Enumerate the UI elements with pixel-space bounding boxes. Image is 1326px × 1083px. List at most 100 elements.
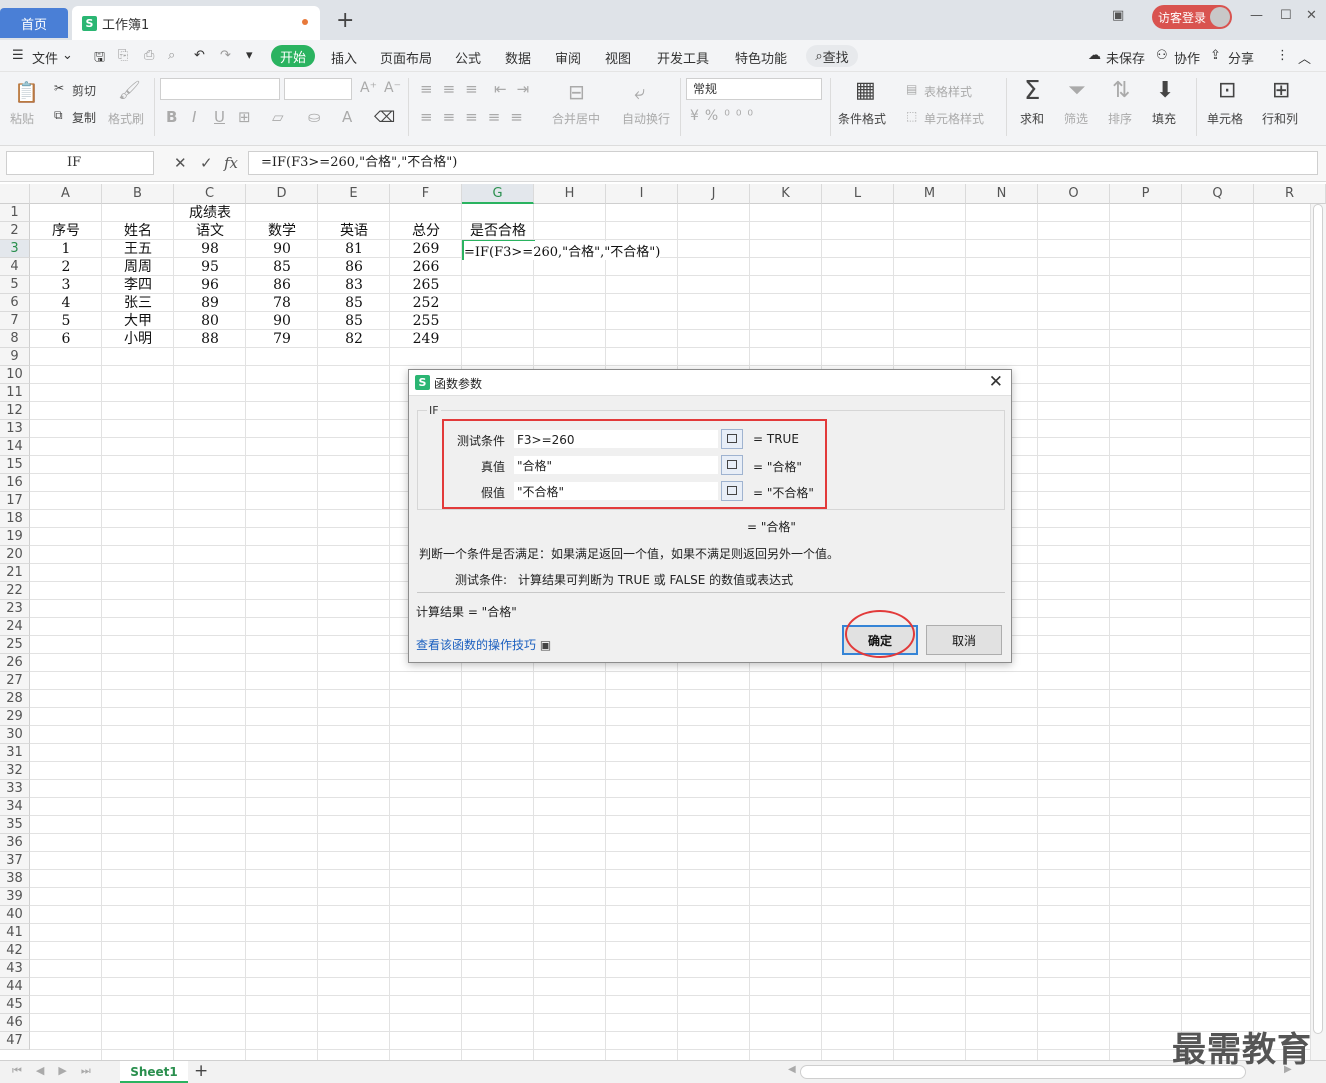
table-cell[interactable]: 成绩表 [174,204,246,222]
table-cell[interactable]: 86 [318,258,390,276]
eraser-icon[interactable]: ⌫ [374,108,395,126]
table-cell[interactable]: 266 [390,258,462,276]
table-cell[interactable]: 大甲 [102,312,174,330]
column-header[interactable]: K [750,184,822,204]
param-input-false[interactable]: "不合格" [513,481,719,501]
table-cell[interactable]: 英语 [318,222,390,240]
table-cell[interactable]: 85 [246,258,318,276]
row-col-button[interactable]: 行和列 [1262,110,1298,127]
vertical-scroll-thumb[interactable] [1313,204,1323,1034]
row-header[interactable]: 37 [0,852,30,870]
menu-formula[interactable]: 公式 [455,48,481,67]
column-header[interactable]: D [246,184,318,204]
underline-icon[interactable]: U [214,108,225,126]
font-color-icon[interactable]: A [342,108,352,126]
menu-page-layout[interactable]: 页面布局 [380,48,432,67]
menu-developer[interactable]: 开发工具 [657,48,709,67]
table-cell[interactable]: 6 [30,330,102,348]
range-select-icon[interactable] [721,455,743,475]
search-button[interactable]: ⌕ 查找 [806,45,858,67]
column-header[interactable]: N [966,184,1038,204]
add-sheet-button[interactable]: + [194,1061,208,1081]
workbook-tab[interactable]: S 工作簿1 [72,6,320,40]
sheet-tab-sheet1[interactable]: Sheet1 [120,1061,188,1083]
table-cell[interactable]: 王五 [102,240,174,258]
row-header[interactable]: 47 [0,1032,30,1050]
close-icon[interactable]: ✕ [989,372,1003,392]
paste-button[interactable]: 粘贴 [10,110,34,127]
table-cell[interactable]: 2 [30,258,102,276]
row-header[interactable]: 6 [0,294,30,312]
param-input-true[interactable]: "合格" [513,455,719,475]
format-painter-button[interactable]: 格式刷 [108,110,144,127]
column-header[interactable]: E [318,184,390,204]
cancel-button[interactable]: 取消 [926,625,1002,655]
merge-center-button[interactable]: 合并居中 [552,110,600,127]
row-header[interactable]: 4 [0,258,30,276]
row-header[interactable]: 32 [0,762,30,780]
row-header[interactable]: 11 [0,384,30,402]
bucket-icon[interactable]: ⛀ [308,108,321,126]
fill-color-icon[interactable]: ▱ [272,108,284,126]
new-tab-button[interactable]: + [336,8,354,33]
table-cell[interactable]: 85 [318,312,390,330]
row-header[interactable]: 18 [0,510,30,528]
row-header[interactable]: 34 [0,798,30,816]
row-header[interactable]: 9 [0,348,30,366]
font-name-select[interactable] [160,78,280,100]
collapse-ribbon-icon[interactable]: ︿ [1298,48,1311,67]
row-header[interactable]: 7 [0,312,30,330]
table-cell[interactable]: 269 [390,240,462,258]
filter-button[interactable]: 筛选 [1064,110,1088,127]
table-cell[interactable]: 3 [30,276,102,294]
row-header[interactable]: 2 [0,222,30,240]
row-header[interactable]: 13 [0,420,30,438]
sum-button[interactable]: 求和 [1020,110,1044,127]
row-header[interactable]: 44 [0,978,30,996]
table-cell[interactable]: 90 [246,240,318,258]
table-cell[interactable]: 83 [318,276,390,294]
table-cell[interactable]: 李四 [102,276,174,294]
row-header[interactable]: 39 [0,888,30,906]
italic-icon[interactable]: I [192,108,196,126]
table-cell[interactable]: 85 [318,294,390,312]
column-header[interactable]: F [390,184,462,204]
table-cell[interactable]: 5 [30,312,102,330]
confirm-icon[interactable]: ✓ [200,154,213,172]
indent-icons[interactable]: ⇤⇥ [494,80,539,98]
column-header[interactable]: L [822,184,894,204]
row-header[interactable]: 41 [0,924,30,942]
menu-view[interactable]: 视图 [605,48,631,67]
more-icon[interactable]: ⋮ [1276,48,1289,63]
row-header[interactable]: 12 [0,402,30,420]
row-header[interactable]: 40 [0,906,30,924]
select-all-corner[interactable] [0,184,30,204]
fill-button[interactable]: 填充 [1152,110,1176,127]
bold-icon[interactable]: B [166,108,177,126]
scroll-left-icon[interactable]: ◀ [788,1064,796,1075]
sort-button[interactable]: 排序 [1108,110,1132,127]
column-header[interactable]: I [606,184,678,204]
chevron-down-icon[interactable]: ⌄ [62,48,73,63]
table-cell[interactable]: 96 [174,276,246,294]
table-cell[interactable]: 265 [390,276,462,294]
table-cell[interactable]: 序号 [30,222,102,240]
paste-icon[interactable]: 📋 [14,80,39,104]
row-header[interactable]: 21 [0,564,30,582]
row-header[interactable]: 27 [0,672,30,690]
table-cell[interactable]: 4 [30,294,102,312]
menu-insert[interactable]: 插入 [331,48,357,67]
table-cell[interactable]: 1 [30,240,102,258]
home-tab[interactable]: 首页 [0,8,68,38]
table-cell[interactable]: 语文 [174,222,246,240]
help-link[interactable]: 查看该函数的操作技巧 ▣ [416,636,551,653]
cell-button[interactable]: 单元格 [1207,110,1243,127]
guest-login-button[interactable]: 访客登录 [1152,5,1232,29]
row-header[interactable]: 25 [0,636,30,654]
table-cell[interactable]: 249 [390,330,462,348]
param-input-condition[interactable]: F3>=260 [513,429,719,449]
column-header[interactable]: C [174,184,246,204]
row-header[interactable]: 16 [0,474,30,492]
conditional-format-button[interactable]: 条件格式 [838,110,886,127]
font-size-select[interactable] [284,78,352,100]
